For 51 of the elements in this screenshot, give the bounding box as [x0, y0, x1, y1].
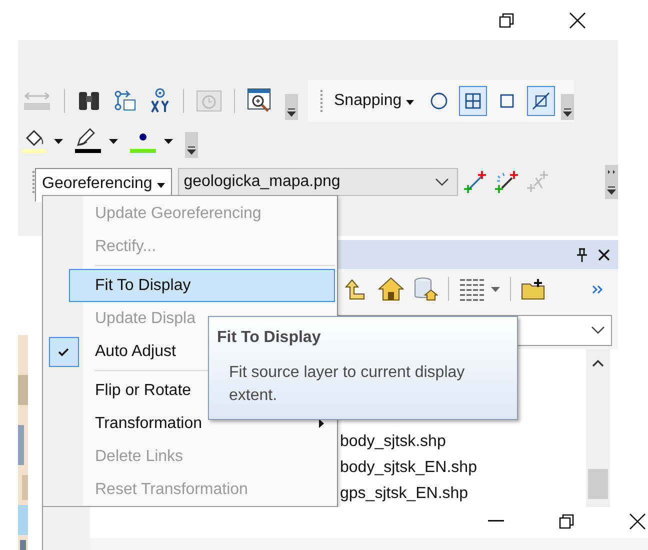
overflow-icon[interactable] [285, 94, 298, 120]
database-home-icon[interactable] [414, 277, 438, 301]
zoom-window-icon[interactable] [247, 88, 273, 114]
overflow-icon[interactable] [561, 94, 574, 120]
add-link-icon[interactable] [464, 170, 488, 194]
caret-icon[interactable] [164, 138, 173, 144]
square-line-icon [532, 92, 550, 110]
connect-folder-icon[interactable] [521, 278, 545, 300]
snap-option-button[interactable] [527, 86, 556, 116]
restore-icon[interactable] [559, 514, 574, 528]
overflow-icon[interactable] [605, 165, 618, 199]
scrollbar[interactable] [586, 349, 610, 508]
scroll-thumb[interactable] [588, 469, 608, 500]
grid-icon [464, 92, 482, 110]
grip-icon[interactable] [32, 170, 35, 194]
close-icon[interactable] [569, 12, 586, 28]
close-icon[interactable] [598, 248, 610, 261]
scroll-up-icon[interactable] [592, 359, 604, 368]
menu-item[interactable]: Transformation [69, 407, 335, 440]
chevron-down-icon [591, 326, 605, 334]
binoculars-icon[interactable] [77, 89, 101, 113]
table-view-icon[interactable] [459, 277, 485, 301]
grip-icon[interactable] [320, 89, 323, 113]
file-item[interactable]: gps_sjtsk_EN.shp [338, 481, 586, 508]
circle-icon [430, 92, 448, 110]
fill-color-icon[interactable] [22, 128, 46, 154]
caret-icon [156, 183, 165, 188]
caret-icon[interactable] [109, 138, 118, 144]
snap-option-button[interactable] [459, 86, 488, 116]
tooltip-title: Fit To Display [217, 329, 322, 347]
line-color-icon[interactable] [75, 128, 101, 154]
auto-link-icon[interactable] [494, 170, 520, 194]
snapping-menu-button[interactable]: Snapping [329, 89, 420, 113]
pin-icon[interactable] [576, 248, 588, 262]
caret-icon [406, 100, 414, 105]
xy-icon[interactable] [149, 88, 171, 114]
close-icon[interactable] [629, 512, 646, 530]
layer-dropdown[interactable]: geologicka_mapa.png [178, 168, 458, 196]
chevron-down-icon [434, 178, 449, 186]
minimize-icon[interactable] [488, 520, 504, 522]
menu-item[interactable]: Fit To Display [69, 269, 335, 302]
home-icon[interactable] [378, 277, 404, 301]
route-icon[interactable] [113, 89, 137, 113]
tooltip-text: Fit source layer to current display extent. [229, 363, 466, 406]
square-icon [498, 92, 516, 110]
caret-icon[interactable] [54, 138, 63, 144]
more-icon[interactable] [592, 284, 604, 294]
restore-icon[interactable] [499, 12, 514, 28]
file-item[interactable]: body_sjtsk.shp [338, 429, 586, 456]
overflow-icon[interactable] [185, 132, 198, 158]
file-item[interactable]: body_sjtsk_EN.shp [338, 455, 586, 482]
